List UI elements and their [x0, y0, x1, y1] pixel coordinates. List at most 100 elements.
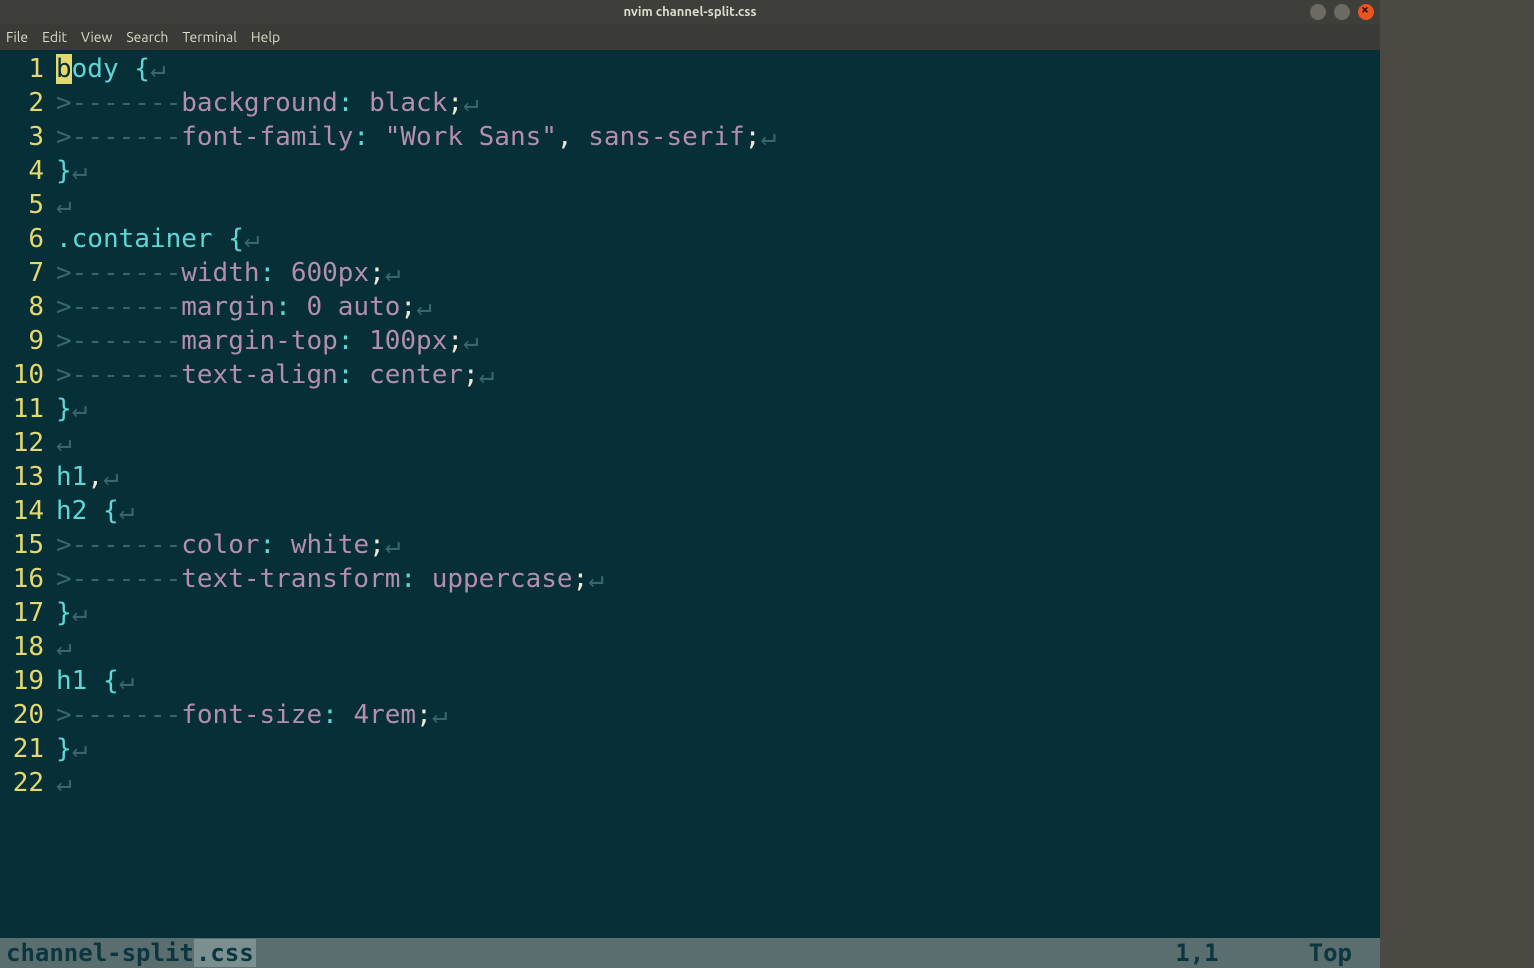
line-content[interactable]: h1,↵	[56, 460, 119, 494]
code-buffer[interactable]: 1body {↵2>-------background: black;↵3>--…	[0, 50, 1380, 938]
code-token: background	[181, 88, 338, 118]
window-maximize-icon[interactable]	[1334, 4, 1350, 20]
code-token: }	[56, 394, 72, 424]
line-number: 17	[0, 596, 56, 630]
line-content[interactable]: }↵	[56, 596, 87, 630]
code-token: center	[369, 360, 463, 390]
code-line[interactable]: 11}↵	[0, 392, 1380, 426]
code-token: ↵	[119, 496, 135, 526]
code-token: white	[291, 530, 369, 560]
menu-search[interactable]: Search	[126, 29, 168, 45]
menu-terminal[interactable]: Terminal	[182, 29, 237, 45]
line-content[interactable]: h1 {↵	[56, 664, 134, 698]
line-content[interactable]: >-------text-align: center;↵	[56, 358, 494, 392]
line-content[interactable]: }↵	[56, 732, 87, 766]
line-content[interactable]: >-------font-size: 4rem;↵	[56, 698, 447, 732]
code-token: ↵	[56, 190, 72, 220]
window-minimize-icon[interactable]	[1310, 4, 1326, 20]
menu-help[interactable]: Help	[251, 29, 280, 45]
line-content[interactable]: >-------margin: 0 auto;↵	[56, 290, 432, 324]
code-token: color	[181, 530, 259, 560]
code-token: {	[228, 224, 244, 254]
editor[interactable]: 1body {↵2>-------background: black;↵3>--…	[0, 50, 1380, 968]
code-line[interactable]: 5↵	[0, 188, 1380, 222]
code-line[interactable]: 1body {↵	[0, 52, 1380, 86]
code-token: font-family	[181, 122, 353, 152]
code-token: ↵	[385, 258, 401, 288]
line-number: 16	[0, 562, 56, 596]
line-number: 12	[0, 426, 56, 460]
code-token: >-------	[56, 122, 181, 152]
menu-file[interactable]: File	[6, 29, 28, 45]
titlebar[interactable]: nvim channel-split.css	[0, 0, 1380, 24]
line-number: 15	[0, 528, 56, 562]
code-line[interactable]: 18↵	[0, 630, 1380, 664]
code-token: {	[103, 666, 119, 696]
code-line[interactable]: 2>-------background: black;↵	[0, 86, 1380, 120]
line-content[interactable]: ↵	[56, 188, 72, 222]
code-token	[369, 122, 385, 152]
code-line[interactable]: 14h2 {↵	[0, 494, 1380, 528]
code-token: ↵	[385, 530, 401, 560]
line-number: 14	[0, 494, 56, 528]
code-line[interactable]: 16>-------text-transform: uppercase;↵	[0, 562, 1380, 596]
line-content[interactable]: >-------text-transform: uppercase;↵	[56, 562, 604, 596]
code-line[interactable]: 17}↵	[0, 596, 1380, 630]
line-content[interactable]: >-------width: 600px;↵	[56, 256, 400, 290]
line-content[interactable]: }↵	[56, 392, 87, 426]
code-token: :	[338, 360, 354, 390]
line-content[interactable]: >-------background: black;↵	[56, 86, 479, 120]
line-content[interactable]: body {↵	[56, 52, 166, 86]
menu-edit[interactable]: Edit	[42, 29, 67, 45]
line-content[interactable]: >-------font-family: "Work Sans", sans-s…	[56, 120, 776, 154]
code-line[interactable]: 15>-------color: white;↵	[0, 528, 1380, 562]
menu-view[interactable]: View	[81, 29, 112, 45]
code-token	[353, 360, 369, 390]
code-line[interactable]: 19h1 {↵	[0, 664, 1380, 698]
code-token: >-------	[56, 258, 181, 288]
menubar: File Edit View Search Terminal Help	[0, 24, 1380, 50]
code-token: text-transform	[181, 564, 400, 594]
code-token: "Work Sans"	[385, 122, 557, 152]
line-content[interactable]: ↵	[56, 426, 72, 460]
line-content[interactable]: .container {↵	[56, 222, 260, 256]
code-token: ;	[369, 258, 385, 288]
window-close-icon[interactable]	[1358, 4, 1374, 20]
window-controls	[1310, 4, 1374, 20]
code-line[interactable]: 3>-------font-family: "Work Sans", sans-…	[0, 120, 1380, 154]
line-number: 2	[0, 86, 56, 120]
code-token: ↵	[432, 700, 448, 730]
line-content[interactable]: h2 {↵	[56, 494, 134, 528]
code-line[interactable]: 21}↵	[0, 732, 1380, 766]
code-line[interactable]: 9>-------margin-top: 100px;↵	[0, 324, 1380, 358]
line-content[interactable]: ↵	[56, 630, 72, 664]
terminal-window: nvim channel-split.css File Edit View Se…	[0, 0, 1380, 968]
line-number: 21	[0, 732, 56, 766]
code-token: .container	[56, 224, 213, 254]
code-line[interactable]: 7>-------width: 600px;↵	[0, 256, 1380, 290]
code-line[interactable]: 10>-------text-align: center;↵	[0, 358, 1380, 392]
code-token: >-------	[56, 88, 181, 118]
code-token: >-------	[56, 700, 181, 730]
code-line[interactable]: 20>-------font-size: 4rem;↵	[0, 698, 1380, 732]
code-line[interactable]: 4}↵	[0, 154, 1380, 188]
line-number: 9	[0, 324, 56, 358]
line-content[interactable]: }↵	[56, 154, 87, 188]
code-token: ↵	[479, 360, 495, 390]
code-token: ↵	[588, 564, 604, 594]
line-content[interactable]: >-------color: white;↵	[56, 528, 400, 562]
line-number: 4	[0, 154, 56, 188]
code-line[interactable]: 8>-------margin: 0 auto;↵	[0, 290, 1380, 324]
code-line[interactable]: 6.container {↵	[0, 222, 1380, 256]
code-token	[213, 224, 229, 254]
code-line[interactable]: 22↵	[0, 766, 1380, 800]
code-token: >-------	[56, 360, 181, 390]
code-token: sans-serif	[588, 122, 745, 152]
code-token: ↵	[463, 326, 479, 356]
code-token: ↵	[103, 462, 119, 492]
code-line[interactable]: 12↵	[0, 426, 1380, 460]
code-line[interactable]: 13h1,↵	[0, 460, 1380, 494]
line-content[interactable]: >-------margin-top: 100px;↵	[56, 324, 479, 358]
line-number: 13	[0, 460, 56, 494]
line-content[interactable]: ↵	[56, 766, 72, 800]
